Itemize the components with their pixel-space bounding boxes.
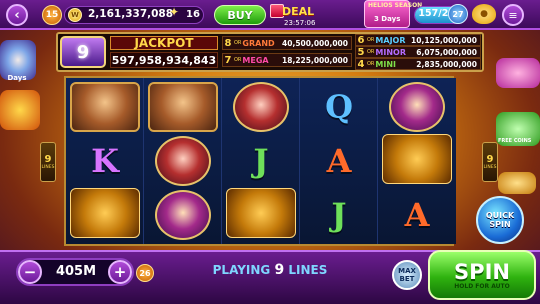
tier-or: OR [367, 37, 375, 43]
tier-number: 7 [224, 54, 232, 66]
jackpot-title: JACKPOT [110, 36, 218, 50]
left-bonus-promo[interactable] [0, 90, 40, 130]
lines-word: LINES [483, 165, 497, 170]
letter-a-symbol: A [326, 142, 352, 180]
red-lady-symbol [155, 136, 211, 186]
back-button[interactable]: ‹ [6, 4, 28, 26]
letter-q-symbol: Q [325, 88, 353, 126]
golden-elephant-symbol [226, 188, 296, 238]
tier-or: OR [234, 40, 242, 46]
menu-button[interactable]: ≡ [502, 4, 524, 26]
tier-number: 4 [357, 58, 365, 70]
lines-indicator-right: 9 LINES [482, 142, 498, 182]
lines-indicator-left: 9 LINES [40, 142, 56, 182]
spin-sublabel: HOLD FOR AUTO [454, 282, 510, 290]
quick-spin-label-2: SPIN [489, 220, 511, 229]
reel-4: Q A J [300, 78, 378, 244]
golden-elephant-symbol [382, 134, 452, 184]
tier-name: MEGA [242, 55, 269, 65]
jackpot-tier-major: 6 OR MAJOR 10,125,000,000 [355, 34, 481, 46]
tier-name: MINI [375, 59, 397, 69]
right-bonus-promo[interactable] [498, 172, 536, 194]
tier-value: 6,075,000,000 [416, 47, 477, 57]
coin-icon: W [68, 8, 82, 22]
letter-j-symbol: J [331, 196, 347, 234]
buy-button[interactable]: BUY [214, 5, 266, 25]
jackpot-tier-minor: 5 OR MINOR 6,075,000,000 [355, 46, 481, 58]
jackpot-value: 597,958,934,843 [110, 52, 218, 68]
coin-balance: 2,161,337,088 [88, 8, 174, 20]
tier-or: OR [367, 49, 375, 55]
menu-icon: ≡ [508, 8, 518, 22]
tier-number: 8 [224, 37, 232, 49]
red-lady-symbol [233, 82, 289, 132]
lines-count: 9 [44, 154, 52, 165]
player-level-badge[interactable]: 15 [42, 5, 62, 25]
deal-offer[interactable]: DEAL 23:57:06 [270, 2, 318, 28]
letter-k-symbol: K [91, 142, 119, 180]
reel-2 [144, 78, 222, 244]
tier-or: OR [367, 61, 375, 67]
deal-timer: 23:57:06 [284, 19, 316, 27]
golden-elephant-symbol [70, 188, 140, 238]
reel-5: A [378, 78, 456, 244]
season-days-left: 3 Days [374, 15, 401, 23]
cleopatra-symbol [70, 82, 140, 132]
reel-1: K [66, 78, 144, 244]
free-coins-label: FREE COINS [498, 138, 532, 144]
playing-prefix: PLAYING [212, 263, 275, 277]
tier-value: 18,225,000,000 [282, 55, 348, 65]
tier-value: 40,500,000,000 [282, 38, 348, 48]
tier-name: GRAND [242, 38, 275, 48]
left-event-promo-label: Days [7, 74, 27, 82]
decrease-bet-button[interactable]: − [18, 260, 42, 284]
tier-number: 5 [357, 46, 365, 58]
jester-symbol [155, 190, 211, 240]
tier-or: OR [234, 57, 242, 63]
tier-value: 2,835,000,000 [416, 59, 477, 69]
playing-lines-count: 9 [274, 262, 285, 278]
lines-count: 9 [486, 154, 494, 165]
lines-word: LINES [41, 165, 55, 170]
quick-spin-button[interactable]: QUICK SPIN [476, 196, 524, 244]
max-bet-button[interactable]: MAX BET [392, 260, 422, 290]
nine-gem-icon: 9 [60, 36, 106, 68]
cleopatra-symbol [148, 82, 218, 132]
playing-suffix: LINES [284, 263, 328, 277]
back-arrow-icon: ‹ [14, 7, 20, 23]
piggy-bank-icon[interactable]: ● [472, 4, 496, 24]
reel-grid: K J Q A J A [64, 76, 456, 246]
tier-value: 10,125,000,000 [411, 35, 477, 45]
tier-name: MINOR [375, 47, 407, 57]
spin-button[interactable]: SPIN HOLD FOR AUTO [428, 250, 536, 300]
letter-j-symbol: J [253, 142, 269, 180]
jackpot-tier-mini: 4 OR MINI 2,835,000,000 [355, 58, 481, 70]
magic-wand-icon: ✦ [169, 5, 180, 19]
reel-3: J [222, 78, 300, 244]
bet-amount: 405M [55, 264, 97, 279]
right-event-promo[interactable] [496, 58, 540, 88]
vip-level-badge[interactable]: 27 [448, 4, 468, 24]
jackpot-tier-grand: 8 OR GRAND 40,500,000,000 [222, 36, 352, 50]
wand-count: 16 [186, 9, 200, 20]
jackpot-tier-mega: 7 OR MEGA 18,225,000,000 [222, 53, 352, 67]
deal-label: DEAL [282, 5, 315, 18]
jester-symbol [389, 82, 445, 132]
tier-name: MAJOR [375, 35, 406, 45]
increase-bet-button[interactable]: + [108, 260, 132, 284]
letter-a-symbol: A [404, 196, 430, 234]
playing-lines-text: PLAYING 9 LINES [200, 262, 340, 278]
spin-label: SPIN [454, 259, 510, 284]
tier-number: 6 [357, 34, 365, 46]
bet-level-chip: 26 [136, 264, 154, 282]
quick-spin-label-1: QUICK [485, 211, 515, 220]
